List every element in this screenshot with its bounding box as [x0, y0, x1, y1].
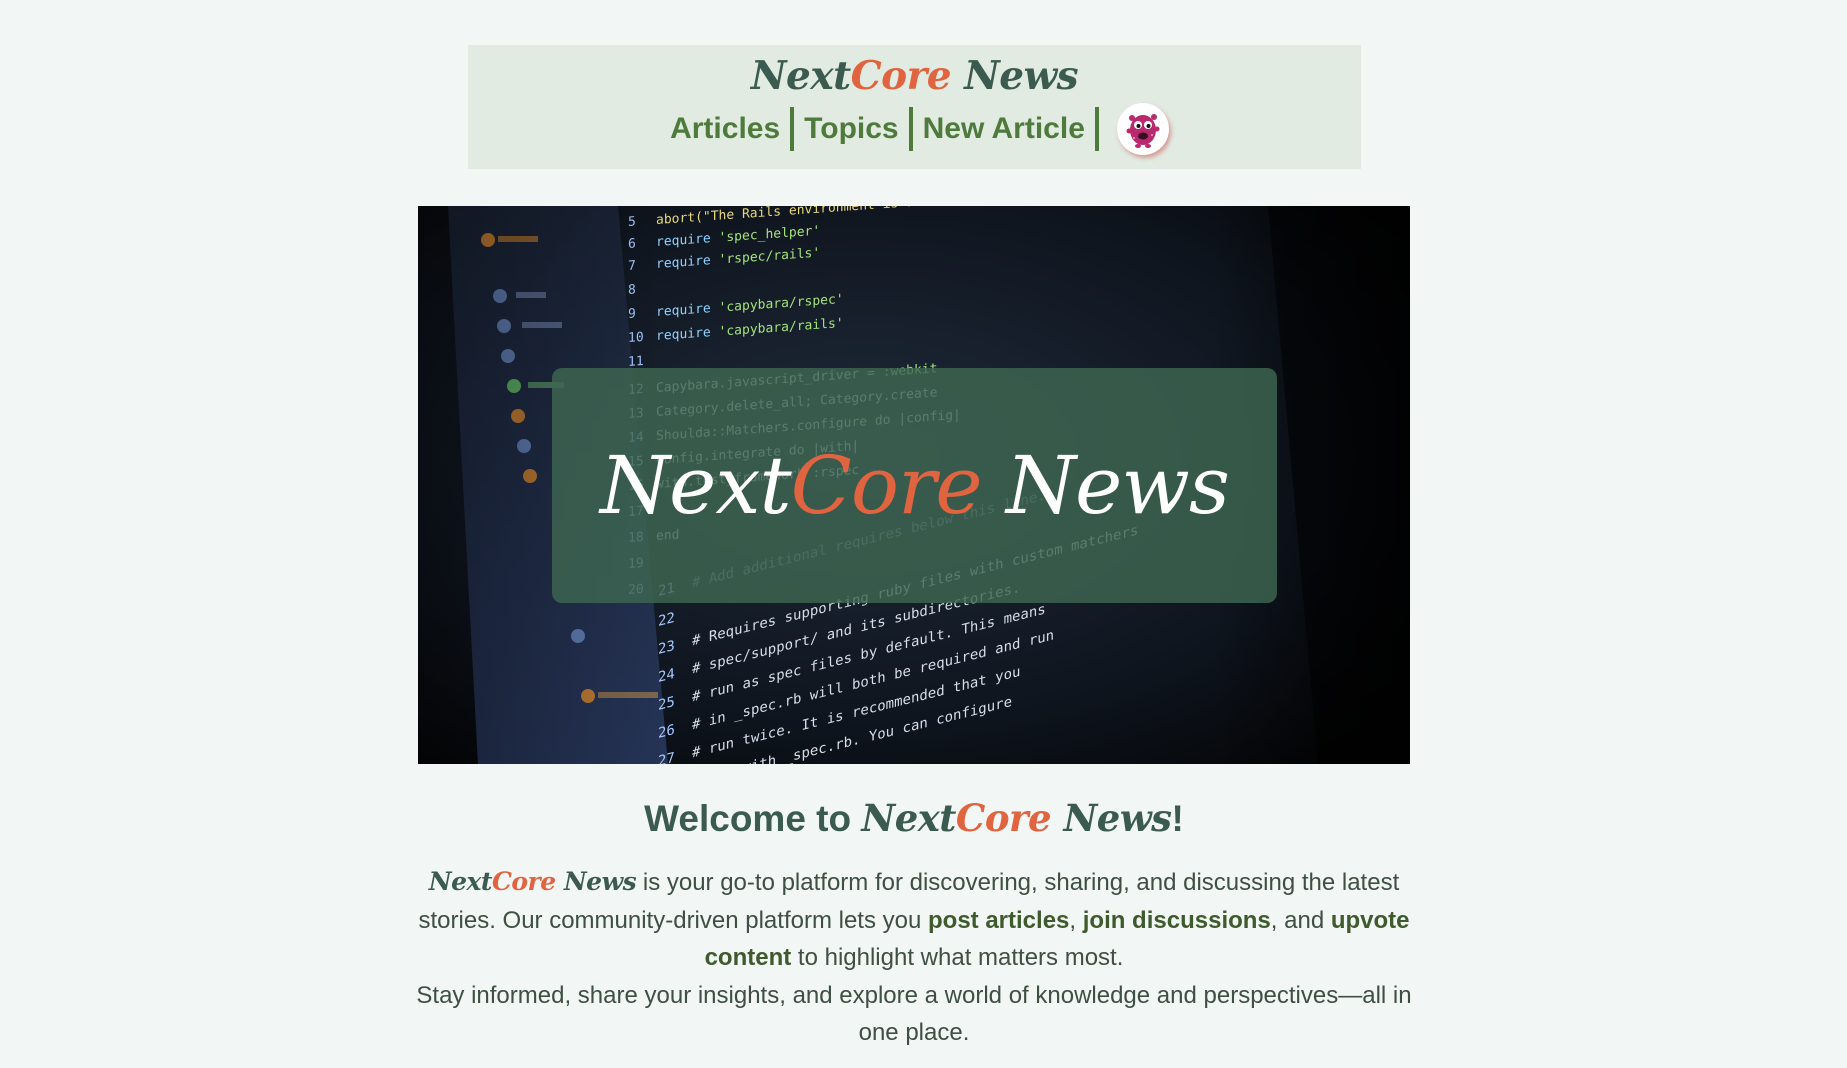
welcome-brand-news: News	[1051, 796, 1172, 840]
monster-avatar-icon	[1126, 113, 1160, 148]
welcome-heading: Welcome to NextCore News!	[400, 790, 1428, 847]
hero-title-panel: NextCore News	[552, 368, 1277, 603]
hero-title-news: News	[981, 439, 1230, 532]
intro-post-articles: post articles	[928, 906, 1070, 934]
intro-paragraph: NextCore News is your go-to platform for…	[400, 863, 1428, 1052]
hero-banner: 5 abort("The Rails environment is runnin…	[418, 206, 1410, 764]
welcome-brand-core: Core	[955, 796, 1052, 840]
intro-brand-core: Core	[491, 867, 556, 896]
site-header: NextCore News Articles Topics New Articl…	[468, 45, 1361, 169]
brand-part-core: Core	[850, 53, 952, 99]
welcome-brand-next: Next	[861, 796, 956, 840]
brand-part-next: Next	[750, 53, 851, 99]
intro-text-2: to highlight what matters most.	[791, 944, 1124, 971]
intro-join-discussions: join discussions	[1082, 906, 1271, 934]
intro-sep-1: ,	[1069, 906, 1083, 934]
user-avatar[interactable]	[1116, 102, 1169, 155]
nav-new-article-link[interactable]: New Article	[913, 112, 1095, 146]
nav-divider	[1094, 106, 1099, 151]
hero-title-core: Core	[790, 439, 983, 532]
welcome-heading-prefix: Welcome to	[644, 798, 862, 839]
main-nav: Articles Topics New Article	[468, 102, 1361, 155]
welcome-heading-suffix: !	[1171, 798, 1184, 839]
intro-text-3: Stay informed, share your insights, and …	[416, 981, 1412, 1047]
hero-title-next: Next	[600, 439, 792, 532]
welcome-section: Welcome to NextCore News! NextCore News …	[400, 790, 1428, 1052]
welcome-brand: NextCore News	[861, 796, 1172, 840]
intro-sep-2: , and	[1270, 906, 1331, 934]
brand-part-news: News	[951, 53, 1079, 99]
nav-topics-link[interactable]: Topics	[794, 112, 908, 146]
hero-title: NextCore News	[600, 439, 1230, 532]
nav-articles-link[interactable]: Articles	[660, 112, 790, 146]
page: NextCore News Articles Topics New Articl…	[0, 0, 1847, 1068]
intro-brand-next: Next	[428, 867, 493, 896]
intro-brand: NextCore News	[428, 867, 637, 896]
brand-logo-link[interactable]: NextCore News	[750, 53, 1079, 99]
intro-brand-news: News	[555, 867, 637, 896]
